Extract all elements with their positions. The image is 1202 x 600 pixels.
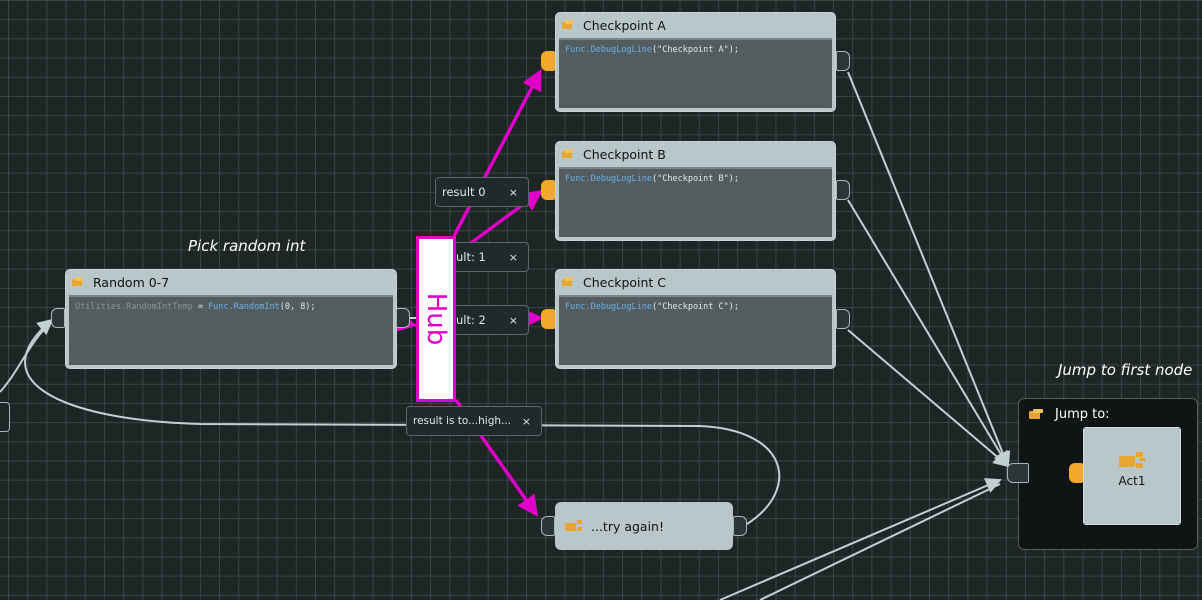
node-code[interactable]: Func.DebugLogLine("Checkpoint A"); (559, 38, 832, 108)
remove-condition-icon[interactable]: × (509, 251, 518, 264)
remove-condition-icon[interactable]: × (509, 314, 518, 327)
jump-icon (565, 520, 583, 532)
remove-condition-icon[interactable]: × (522, 415, 531, 428)
random-output-port[interactable] (396, 308, 410, 328)
node-code[interactable]: Utilities.RandomIntTemp = Func.RandomInt… (69, 295, 393, 365)
jump-target-label: Act1 (1118, 474, 1146, 488)
jump-target-act1[interactable]: Act1 (1083, 427, 1181, 525)
script-icon (562, 19, 576, 31)
graph-canvas[interactable]: Pick random int Jump to first node Rando… (0, 0, 1202, 600)
checkpoint-c-output-port[interactable] (836, 309, 850, 329)
wire-a-jump (847, 71, 1011, 468)
remove-condition-icon[interactable]: × (509, 186, 518, 199)
hub-annotation: Hub (416, 236, 456, 402)
jump-input-port[interactable] (1007, 463, 1029, 483)
node-random[interactable]: Random 0-7 Utilities.RandomIntTemp = Fun… (65, 269, 397, 369)
wire-bottom-2 (759, 483, 1001, 600)
node-code[interactable]: Func.DebugLogLine("Checkpoint C"); (559, 295, 832, 365)
try-again-output-port[interactable] (733, 516, 747, 536)
checkpoint-a-output-port[interactable] (836, 51, 850, 71)
jump-icon (1029, 409, 1045, 420)
checkpoint-a-input-port[interactable] (541, 51, 555, 71)
script-icon (562, 276, 576, 288)
node-jump-to[interactable]: Jump to: Act1 (1007, 398, 1198, 550)
act1-input-port[interactable] (1069, 463, 1083, 483)
node-title: Random 0-7 (93, 274, 170, 290)
node-checkpoint-b[interactable]: Checkpoint B Func.DebugLogLine("Checkpoi… (555, 141, 836, 241)
node-code[interactable]: Func.DebugLogLine("Checkpoint B"); (559, 167, 832, 237)
checkpoint-b-input-port[interactable] (541, 180, 555, 200)
script-icon (72, 276, 86, 288)
node-title: Checkpoint C (583, 274, 667, 290)
checkpoint-c-input-port[interactable] (541, 309, 555, 329)
offscreen-node-stub[interactable] (0, 402, 10, 432)
label-pick-random: Pick random int (188, 237, 306, 255)
random-input-port[interactable] (51, 308, 65, 328)
try-again-input-port[interactable] (541, 516, 555, 536)
label-jump-first: Jump to first node (1058, 361, 1193, 379)
node-title: ...try again! (591, 518, 664, 534)
condition-result-too-high[interactable]: result is to...high... × (406, 406, 542, 436)
condition-result-0[interactable]: result 0 × (435, 177, 529, 207)
script-icon (562, 148, 576, 160)
arrow-to-a (452, 68, 542, 237)
jump-header-label: Jump to: (1055, 407, 1110, 422)
hub-label: Hub (421, 292, 451, 346)
node-checkpoint-c[interactable]: Checkpoint C Func.DebugLogLine("Checkpoi… (555, 269, 836, 369)
wire-c-jump (847, 329, 1010, 468)
node-checkpoint-a[interactable]: Checkpoint A Func.DebugLogLine("Checkpoi… (555, 12, 836, 112)
wire-bottom-1 (719, 478, 1002, 600)
node-title: Checkpoint B (583, 146, 666, 162)
wire-b-jump (847, 199, 1010, 468)
node-try-again[interactable]: ...try again! (555, 502, 733, 550)
node-title: Checkpoint A (583, 17, 666, 33)
act-icon (1119, 450, 1145, 470)
checkpoint-b-output-port[interactable] (836, 180, 850, 200)
